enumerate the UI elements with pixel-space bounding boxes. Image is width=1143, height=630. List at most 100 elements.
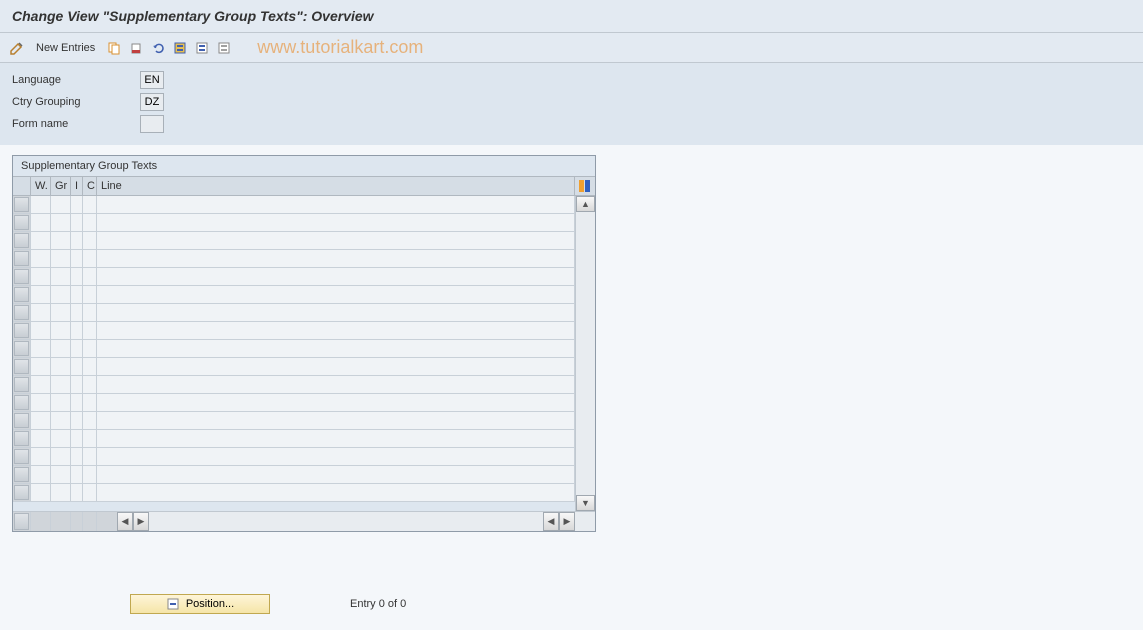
cell-w[interactable]: [31, 322, 51, 339]
table-row[interactable]: [13, 466, 575, 484]
table-row[interactable]: [13, 232, 575, 250]
table-row[interactable]: [13, 304, 575, 322]
cell-c[interactable]: [83, 358, 97, 375]
cell-c[interactable]: [83, 448, 97, 465]
cell-c[interactable]: [83, 196, 97, 213]
table-row[interactable]: [13, 448, 575, 466]
cell-c[interactable]: [83, 232, 97, 249]
cell-w[interactable]: [31, 214, 51, 231]
column-line[interactable]: Line: [97, 177, 575, 195]
row-selector[interactable]: [13, 430, 31, 447]
cell-w[interactable]: [31, 484, 51, 501]
table-row[interactable]: [13, 322, 575, 340]
column-selector[interactable]: [13, 177, 31, 195]
delete-icon[interactable]: [127, 39, 145, 57]
select-block-icon[interactable]: [193, 39, 211, 57]
table-row[interactable]: [13, 376, 575, 394]
cell-c[interactable]: [83, 322, 97, 339]
cell-c[interactable]: [83, 268, 97, 285]
cell-i[interactable]: [71, 214, 83, 231]
form-name-field[interactable]: [140, 115, 164, 133]
cell-gr[interactable]: [51, 304, 71, 321]
cell-gr[interactable]: [51, 376, 71, 393]
cell-gr[interactable]: [51, 340, 71, 357]
cell-w[interactable]: [31, 286, 51, 303]
row-selector[interactable]: [13, 484, 31, 501]
cell-line[interactable]: [97, 394, 575, 411]
copy-icon[interactable]: [105, 39, 123, 57]
table-row[interactable]: [13, 196, 575, 214]
cell-gr[interactable]: [51, 250, 71, 267]
cell-gr[interactable]: [51, 430, 71, 447]
row-selector[interactable]: [13, 376, 31, 393]
cell-c[interactable]: [83, 484, 97, 501]
hscroll-track[interactable]: [149, 512, 543, 531]
table-row[interactable]: [13, 250, 575, 268]
cell-i[interactable]: [71, 232, 83, 249]
cell-line[interactable]: [97, 286, 575, 303]
cell-c[interactable]: [83, 304, 97, 321]
cell-w[interactable]: [31, 304, 51, 321]
column-c[interactable]: C: [83, 177, 97, 195]
cell-i[interactable]: [71, 430, 83, 447]
cell-line[interactable]: [97, 358, 575, 375]
cell-gr[interactable]: [51, 232, 71, 249]
position-button[interactable]: Position...: [130, 594, 270, 614]
cell-line[interactable]: [97, 214, 575, 231]
cell-c[interactable]: [83, 250, 97, 267]
cell-w[interactable]: [31, 466, 51, 483]
cell-gr[interactable]: [51, 412, 71, 429]
scroll-right-inner-button[interactable]: ▶: [133, 512, 149, 531]
table-row[interactable]: [13, 484, 575, 502]
cell-line[interactable]: [97, 250, 575, 267]
cell-i[interactable]: [71, 412, 83, 429]
row-selector[interactable]: [13, 448, 31, 465]
select-all-icon[interactable]: [171, 39, 189, 57]
table-row[interactable]: [13, 412, 575, 430]
row-selector[interactable]: [13, 286, 31, 303]
deselect-all-icon[interactable]: [215, 39, 233, 57]
cell-w[interactable]: [31, 448, 51, 465]
column-w[interactable]: W.: [31, 177, 51, 195]
cell-w[interactable]: [31, 412, 51, 429]
scroll-down-button[interactable]: ▼: [576, 495, 595, 511]
row-selector[interactable]: [13, 250, 31, 267]
cell-i[interactable]: [71, 268, 83, 285]
cell-w[interactable]: [31, 340, 51, 357]
vertical-scrollbar[interactable]: ▲ ▼: [575, 196, 595, 511]
cell-w[interactable]: [31, 430, 51, 447]
cell-c[interactable]: [83, 394, 97, 411]
horizontal-scrollbar[interactable]: ◀ ▶ ◀ ▶: [117, 512, 575, 531]
table-row[interactable]: [13, 268, 575, 286]
change-icon[interactable]: [8, 39, 26, 57]
cell-i[interactable]: [71, 448, 83, 465]
row-selector[interactable]: [13, 340, 31, 357]
row-selector[interactable]: [13, 412, 31, 429]
cell-line[interactable]: [97, 412, 575, 429]
cell-w[interactable]: [31, 376, 51, 393]
cell-line[interactable]: [97, 376, 575, 393]
cell-line[interactable]: [97, 466, 575, 483]
row-selector[interactable]: [13, 322, 31, 339]
cell-w[interactable]: [31, 196, 51, 213]
cell-c[interactable]: [83, 466, 97, 483]
column-gr[interactable]: Gr: [51, 177, 71, 195]
row-selector[interactable]: [13, 232, 31, 249]
row-selector[interactable]: [13, 196, 31, 213]
cell-line[interactable]: [97, 232, 575, 249]
cell-c[interactable]: [83, 340, 97, 357]
cell-gr[interactable]: [51, 448, 71, 465]
table-row[interactable]: [13, 394, 575, 412]
cell-line[interactable]: [97, 304, 575, 321]
cell-i[interactable]: [71, 340, 83, 357]
cell-w[interactable]: [31, 250, 51, 267]
row-selector[interactable]: [13, 304, 31, 321]
cell-i[interactable]: [71, 394, 83, 411]
cell-i[interactable]: [71, 196, 83, 213]
cell-w[interactable]: [31, 232, 51, 249]
language-field[interactable]: [140, 71, 164, 89]
cell-w[interactable]: [31, 268, 51, 285]
row-selector[interactable]: [13, 394, 31, 411]
cell-gr[interactable]: [51, 214, 71, 231]
cell-gr[interactable]: [51, 466, 71, 483]
